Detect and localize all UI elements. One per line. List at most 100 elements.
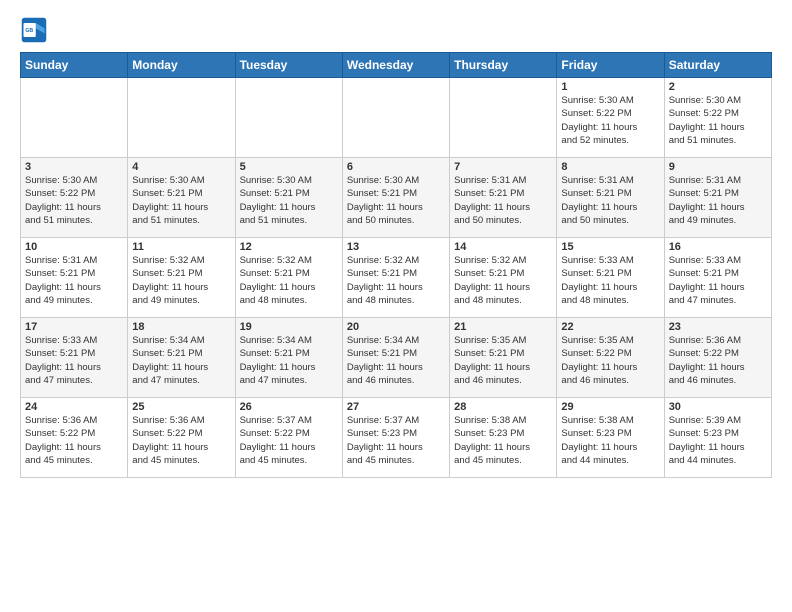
day-number: 7 [454,161,552,173]
calendar-cell [128,78,235,158]
day-number: 10 [25,241,123,253]
day-info: Sunrise: 5:31 AM Sunset: 5:21 PM Dayligh… [669,174,767,227]
day-info: Sunrise: 5:36 AM Sunset: 5:22 PM Dayligh… [132,414,230,467]
calendar-cell: 28Sunrise: 5:38 AM Sunset: 5:23 PM Dayli… [450,398,557,478]
calendar-week-3: 17Sunrise: 5:33 AM Sunset: 5:21 PM Dayli… [21,318,772,398]
calendar-cell: 17Sunrise: 5:33 AM Sunset: 5:21 PM Dayli… [21,318,128,398]
day-number: 15 [561,241,659,253]
day-info: Sunrise: 5:38 AM Sunset: 5:23 PM Dayligh… [454,414,552,467]
day-info: Sunrise: 5:36 AM Sunset: 5:22 PM Dayligh… [669,334,767,387]
calendar-body: 1Sunrise: 5:30 AM Sunset: 5:22 PM Daylig… [21,78,772,478]
day-info: Sunrise: 5:31 AM Sunset: 5:21 PM Dayligh… [561,174,659,227]
day-number: 16 [669,241,767,253]
day-info: Sunrise: 5:34 AM Sunset: 5:21 PM Dayligh… [347,334,445,387]
calendar-cell: 29Sunrise: 5:38 AM Sunset: 5:23 PM Dayli… [557,398,664,478]
calendar-cell: 27Sunrise: 5:37 AM Sunset: 5:23 PM Dayli… [342,398,449,478]
calendar-cell: 26Sunrise: 5:37 AM Sunset: 5:22 PM Dayli… [235,398,342,478]
calendar-week-4: 24Sunrise: 5:36 AM Sunset: 5:22 PM Dayli… [21,398,772,478]
calendar-week-1: 3Sunrise: 5:30 AM Sunset: 5:22 PM Daylig… [21,158,772,238]
day-number: 11 [132,241,230,253]
calendar-cell [342,78,449,158]
logo-icon: GB [20,16,48,44]
calendar-cell: 19Sunrise: 5:34 AM Sunset: 5:21 PM Dayli… [235,318,342,398]
day-info: Sunrise: 5:30 AM Sunset: 5:21 PM Dayligh… [132,174,230,227]
calendar-cell: 1Sunrise: 5:30 AM Sunset: 5:22 PM Daylig… [557,78,664,158]
day-info: Sunrise: 5:30 AM Sunset: 5:22 PM Dayligh… [25,174,123,227]
day-info: Sunrise: 5:37 AM Sunset: 5:22 PM Dayligh… [240,414,338,467]
svg-text:GB: GB [25,28,33,34]
calendar-header-saturday: Saturday [664,53,771,78]
calendar-week-2: 10Sunrise: 5:31 AM Sunset: 5:21 PM Dayli… [21,238,772,318]
day-info: Sunrise: 5:36 AM Sunset: 5:22 PM Dayligh… [25,414,123,467]
day-number: 4 [132,161,230,173]
logo: GB [20,16,52,44]
calendar-cell: 15Sunrise: 5:33 AM Sunset: 5:21 PM Dayli… [557,238,664,318]
day-number: 3 [25,161,123,173]
calendar-cell: 21Sunrise: 5:35 AM Sunset: 5:21 PM Dayli… [450,318,557,398]
day-number: 20 [347,321,445,333]
calendar-cell: 25Sunrise: 5:36 AM Sunset: 5:22 PM Dayli… [128,398,235,478]
calendar-cell [450,78,557,158]
calendar-cell: 7Sunrise: 5:31 AM Sunset: 5:21 PM Daylig… [450,158,557,238]
day-number: 18 [132,321,230,333]
calendar-cell [235,78,342,158]
day-number: 29 [561,401,659,413]
day-number: 12 [240,241,338,253]
calendar-header-wednesday: Wednesday [342,53,449,78]
calendar-cell: 23Sunrise: 5:36 AM Sunset: 5:22 PM Dayli… [664,318,771,398]
day-number: 5 [240,161,338,173]
day-info: Sunrise: 5:30 AM Sunset: 5:21 PM Dayligh… [347,174,445,227]
calendar-cell: 6Sunrise: 5:30 AM Sunset: 5:21 PM Daylig… [342,158,449,238]
calendar-cell: 9Sunrise: 5:31 AM Sunset: 5:21 PM Daylig… [664,158,771,238]
calendar-cell: 12Sunrise: 5:32 AM Sunset: 5:21 PM Dayli… [235,238,342,318]
calendar-cell: 30Sunrise: 5:39 AM Sunset: 5:23 PM Dayli… [664,398,771,478]
calendar-header-sunday: Sunday [21,53,128,78]
calendar-header-thursday: Thursday [450,53,557,78]
calendar-cell: 8Sunrise: 5:31 AM Sunset: 5:21 PM Daylig… [557,158,664,238]
calendar-cell: 20Sunrise: 5:34 AM Sunset: 5:21 PM Dayli… [342,318,449,398]
calendar-header-monday: Monday [128,53,235,78]
day-info: Sunrise: 5:33 AM Sunset: 5:21 PM Dayligh… [669,254,767,307]
day-number: 13 [347,241,445,253]
day-number: 2 [669,81,767,93]
day-number: 9 [669,161,767,173]
day-info: Sunrise: 5:30 AM Sunset: 5:22 PM Dayligh… [561,94,659,147]
day-number: 26 [240,401,338,413]
header-row: SundayMondayTuesdayWednesdayThursdayFrid… [21,53,772,78]
day-number: 1 [561,81,659,93]
calendar-cell: 3Sunrise: 5:30 AM Sunset: 5:22 PM Daylig… [21,158,128,238]
day-info: Sunrise: 5:34 AM Sunset: 5:21 PM Dayligh… [132,334,230,387]
day-number: 8 [561,161,659,173]
calendar-header-friday: Friday [557,53,664,78]
day-number: 19 [240,321,338,333]
day-info: Sunrise: 5:39 AM Sunset: 5:23 PM Dayligh… [669,414,767,467]
day-number: 23 [669,321,767,333]
calendar-cell: 11Sunrise: 5:32 AM Sunset: 5:21 PM Dayli… [128,238,235,318]
calendar-cell: 4Sunrise: 5:30 AM Sunset: 5:21 PM Daylig… [128,158,235,238]
calendar-cell: 2Sunrise: 5:30 AM Sunset: 5:22 PM Daylig… [664,78,771,158]
day-number: 21 [454,321,552,333]
calendar-cell: 16Sunrise: 5:33 AM Sunset: 5:21 PM Dayli… [664,238,771,318]
calendar-header: SundayMondayTuesdayWednesdayThursdayFrid… [21,53,772,78]
day-number: 22 [561,321,659,333]
calendar-cell: 10Sunrise: 5:31 AM Sunset: 5:21 PM Dayli… [21,238,128,318]
day-info: Sunrise: 5:30 AM Sunset: 5:21 PM Dayligh… [240,174,338,227]
day-number: 28 [454,401,552,413]
day-info: Sunrise: 5:31 AM Sunset: 5:21 PM Dayligh… [25,254,123,307]
calendar-cell: 24Sunrise: 5:36 AM Sunset: 5:22 PM Dayli… [21,398,128,478]
day-number: 25 [132,401,230,413]
day-number: 14 [454,241,552,253]
day-info: Sunrise: 5:32 AM Sunset: 5:21 PM Dayligh… [347,254,445,307]
day-info: Sunrise: 5:33 AM Sunset: 5:21 PM Dayligh… [561,254,659,307]
day-info: Sunrise: 5:38 AM Sunset: 5:23 PM Dayligh… [561,414,659,467]
day-number: 17 [25,321,123,333]
day-info: Sunrise: 5:32 AM Sunset: 5:21 PM Dayligh… [240,254,338,307]
calendar-cell [21,78,128,158]
calendar-cell: 5Sunrise: 5:30 AM Sunset: 5:21 PM Daylig… [235,158,342,238]
day-info: Sunrise: 5:35 AM Sunset: 5:21 PM Dayligh… [454,334,552,387]
calendar-cell: 13Sunrise: 5:32 AM Sunset: 5:21 PM Dayli… [342,238,449,318]
day-info: Sunrise: 5:30 AM Sunset: 5:22 PM Dayligh… [669,94,767,147]
calendar-cell: 22Sunrise: 5:35 AM Sunset: 5:22 PM Dayli… [557,318,664,398]
day-info: Sunrise: 5:35 AM Sunset: 5:22 PM Dayligh… [561,334,659,387]
calendar-week-0: 1Sunrise: 5:30 AM Sunset: 5:22 PM Daylig… [21,78,772,158]
